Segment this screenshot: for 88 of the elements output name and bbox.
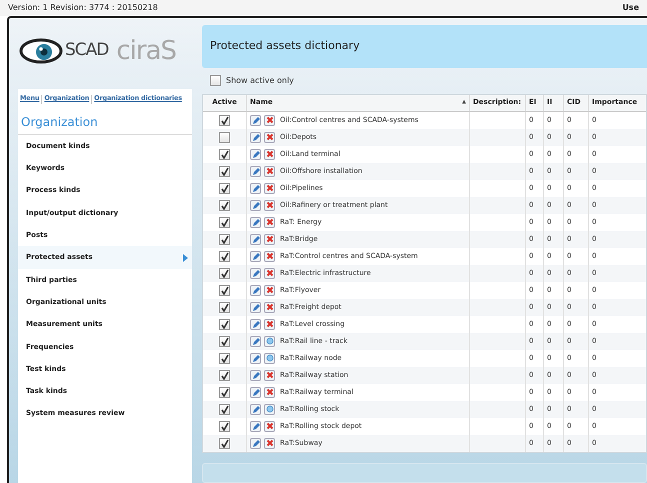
delete-button[interactable] [264,386,275,398]
edit-button[interactable] [250,284,261,296]
checkbox[interactable] [219,114,230,126]
edit-button[interactable] [250,386,261,398]
sidebar-title: Organization [18,109,192,135]
edit-button[interactable] [250,352,261,364]
user-label: Use [622,2,639,14]
checkbox[interactable] [219,132,230,143]
view-button[interactable] [264,352,275,364]
view-button[interactable] [264,336,275,347]
delete-button[interactable] [264,250,275,262]
cross-icon [266,116,274,124]
cross-icon [266,422,274,430]
checkbox[interactable] [219,302,230,313]
delete-button[interactable] [264,420,275,432]
checkbox[interactable] [219,352,230,364]
delete-button[interactable] [264,148,275,160]
checkbox[interactable] [219,166,230,177]
edit-button[interactable] [250,404,261,415]
filter-label: Show active only [226,74,294,87]
cross-icon [266,167,274,176]
delete-button[interactable] [264,216,275,228]
cross-icon [266,218,274,226]
page-title: Protected assets dictionary [210,38,360,54]
checkbox[interactable] [219,438,230,449]
checkbox[interactable] [219,420,230,432]
edit-button[interactable] [250,336,261,347]
checkbox[interactable] [219,216,230,228]
edit-button[interactable] [250,166,261,177]
checkbox[interactable] [219,182,230,194]
checkbox[interactable] [219,386,230,398]
edit-button[interactable] [250,148,261,160]
edit-button[interactable] [250,234,261,245]
edit-button[interactable] [250,216,261,228]
delete-button[interactable] [264,370,275,381]
delete-button[interactable] [264,268,275,279]
delete-button[interactable] [264,302,275,313]
delete-button[interactable] [264,284,275,296]
logo-text: SCAD [65,39,108,62]
version-text: Version: 1 Revision: 3774 : 20150218 [8,2,158,14]
edit-button[interactable] [250,438,261,449]
checkbox[interactable] [219,336,230,347]
checkbox[interactable] [219,404,230,415]
logo-text: ciraS [116,34,176,68]
checkbox[interactable] [219,148,230,160]
cross-icon [266,201,274,210]
edit-button[interactable] [250,302,261,313]
cross-icon [266,235,274,244]
edit-button[interactable] [250,370,261,381]
arrow-icon [183,254,188,262]
checkbox[interactable] [219,370,230,381]
delete-button[interactable] [264,200,275,211]
delete-button[interactable] [264,182,275,194]
cross-icon [266,286,274,294]
delete-button[interactable] [264,234,275,245]
cross-icon [266,320,274,328]
checkbox[interactable] [219,268,230,279]
edit-button[interactable] [250,420,261,432]
edit-button[interactable] [250,318,261,330]
edit-button[interactable] [250,200,261,211]
edit-button[interactable] [250,250,261,262]
cross-icon [266,303,274,312]
checkbox[interactable] [210,75,221,86]
view-button[interactable] [264,404,275,415]
check-icon [220,116,229,125]
checkbox[interactable] [219,250,230,262]
delete-button[interactable] [264,318,275,330]
checkbox[interactable] [219,284,230,296]
edit-button[interactable] [250,182,261,194]
cross-icon [266,150,274,158]
cross-icon [266,133,274,142]
cross-icon [266,269,274,278]
edit-button[interactable] [250,268,261,279]
delete-button[interactable] [264,166,275,177]
delete-button[interactable] [264,114,275,126]
checkbox[interactable] [219,200,230,211]
cross-icon [266,439,274,448]
edit-button[interactable] [250,114,261,126]
delete-button[interactable] [264,132,275,143]
cross-icon [266,184,274,192]
eye-icon [19,37,63,65]
cross-icon [266,388,274,396]
delete-button[interactable] [264,438,275,449]
checkbox[interactable] [219,318,230,330]
cross-icon [266,252,274,260]
edit-button[interactable] [250,132,261,143]
cross-icon [266,371,274,380]
checkbox[interactable] [219,234,230,245]
